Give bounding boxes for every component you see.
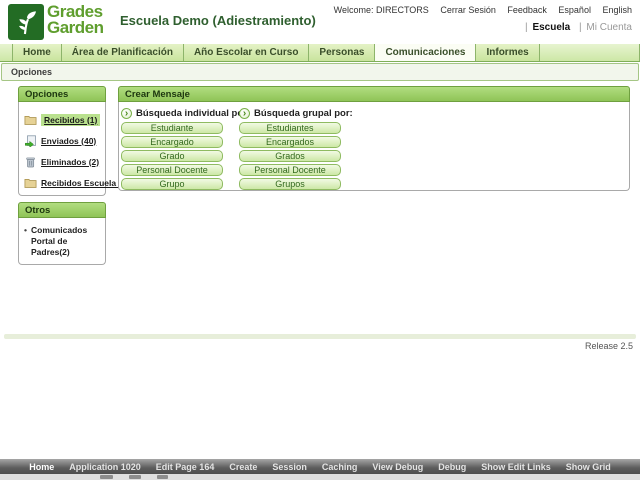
personal-docente-grupal-button[interactable]: Personal Docente <box>239 164 341 176</box>
otros-panel: Otros • Comunicados Portal de Padres(2) <box>18 202 106 265</box>
busqueda-individual-heading: › Búsqueda individual por: <box>121 108 223 119</box>
sidebar-item-label: Comunicados Portal de Padres(2) <box>31 225 102 258</box>
column-heading-label: Búsqueda individual por: <box>136 108 250 119</box>
logout-link[interactable]: Cerrar Sesión <box>440 5 496 15</box>
crear-mensaje-body: › Búsqueda individual por: Estudiante En… <box>118 102 630 191</box>
devbar-edit-page-link[interactable]: Edit Page 164 <box>156 462 215 472</box>
devbar-view-debug-link[interactable]: View Debug <box>372 462 423 472</box>
opciones-panel-body: Recibidos (1) Enviados (40) Eliminados (… <box>18 102 106 196</box>
tab-bar-filler <box>540 44 640 61</box>
devbar-show-edit-links-link[interactable]: Show Edit Links <box>481 462 551 472</box>
brand-name: Grades Garden <box>47 4 104 36</box>
column-heading-label: Búsqueda grupal por: <box>254 108 353 119</box>
separator: | <box>579 22 582 33</box>
separator: | <box>525 22 528 33</box>
sidebar-item-label: Enviados (40) <box>41 136 96 146</box>
language-english-link[interactable]: English <box>602 5 632 15</box>
tab-informes[interactable]: Informes <box>476 44 539 61</box>
release-label: Release 2.5 <box>585 341 633 351</box>
developer-toolbar: Home Application 1020 Edit Page 164 Crea… <box>0 459 640 474</box>
busqueda-grupal-heading: › Búsqueda grupal por: <box>239 108 341 119</box>
mi-cuenta-link[interactable]: Mi Cuenta <box>586 22 632 33</box>
opciones-panel-header: Opciones <box>18 86 106 102</box>
escuela-link[interactable]: Escuela <box>532 22 570 33</box>
account-links: | Escuela | Mi Cuenta <box>334 22 632 33</box>
devbar-caching-link[interactable]: Caching <box>322 462 358 472</box>
sent-icon <box>24 135 37 147</box>
tab-home[interactable]: Home <box>12 44 62 61</box>
opciones-panel: Opciones Recibidos (1) Enviados (40) Eli… <box>18 86 106 196</box>
strip-decoration <box>100 475 113 479</box>
otros-panel-body: • Comunicados Portal de Padres(2) <box>18 218 106 265</box>
bottom-strip <box>0 474 640 480</box>
utility-links: Welcome: DIRECTORS Cerrar Sesión Feedbac… <box>334 5 632 15</box>
estudiante-button[interactable]: Estudiante <box>121 122 223 134</box>
sidebar-item-recibidos-escuela[interactable]: Recibidos Escuela (55) <box>19 172 105 193</box>
devbar-create-link[interactable]: Create <box>229 462 257 472</box>
app-window: Grades Garden Escuela Demo (Adiestramien… <box>0 0 640 480</box>
sidebar-item-enviados[interactable]: Enviados (40) <box>19 130 105 151</box>
strip-decoration <box>129 475 141 479</box>
welcome-label: Welcome: DIRECTORS <box>334 5 429 15</box>
grupo-button[interactable]: Grupo <box>121 178 223 190</box>
brand-line2: Garden <box>47 20 104 36</box>
encargados-button[interactable]: Encargados <box>239 136 341 148</box>
footer-separator <box>4 334 636 339</box>
tab-area-de-planificacion[interactable]: Área de Planificación <box>62 44 184 61</box>
folder-icon <box>24 114 37 126</box>
personal-docente-button[interactable]: Personal Docente <box>121 164 223 176</box>
encargado-button[interactable]: Encargado <box>121 136 223 148</box>
page-title: Escuela Demo (Adiestramiento) <box>120 13 316 28</box>
sidebar-item-label: Recibidos (1) <box>41 114 100 126</box>
chevron-circle-icon: › <box>121 108 132 119</box>
otros-panel-header: Otros <box>18 202 106 218</box>
devbar-application-link[interactable]: Application 1020 <box>69 462 141 472</box>
strip-decoration <box>157 475 168 479</box>
sidebar-item-label: Eliminados (2) <box>41 157 99 167</box>
trash-icon <box>24 156 37 168</box>
estudiantes-button[interactable]: Estudiantes <box>239 122 341 134</box>
busqueda-grupal-column: › Búsqueda grupal por: Estudiantes Encar… <box>239 108 341 190</box>
sidebar-item-recibidos[interactable]: Recibidos (1) <box>19 109 105 130</box>
tab-ano-escolar-en-curso[interactable]: Año Escolar en Curso <box>184 44 309 61</box>
folder-icon <box>24 177 37 189</box>
grades-garden-logo[interactable] <box>8 4 44 40</box>
main-nav-tabs: Home Área de Planificación Año Escolar e… <box>0 44 640 62</box>
sidebar-item-eliminados[interactable]: Eliminados (2) <box>19 151 105 172</box>
feedback-link[interactable]: Feedback <box>507 5 547 15</box>
chevron-circle-icon: › <box>239 108 250 119</box>
subnav-opciones[interactable]: Opciones <box>11 67 52 77</box>
grupos-button[interactable]: Grupos <box>239 178 341 190</box>
tab-personas[interactable]: Personas <box>309 44 375 61</box>
subnav-bar: Opciones <box>1 63 639 81</box>
crear-mensaje-header: Crear Mensaje <box>118 86 630 102</box>
tab-comunicaciones[interactable]: Comunicaciones <box>375 44 476 61</box>
devbar-home-link[interactable]: Home <box>29 462 54 472</box>
header-utility-area: Welcome: DIRECTORS Cerrar Sesión Feedbac… <box>334 5 632 33</box>
grado-button[interactable]: Grado <box>121 150 223 162</box>
language-spanish-link[interactable]: Español <box>558 5 591 15</box>
sidebar-item-comunicados-portal[interactable]: • Comunicados Portal de Padres(2) <box>24 225 102 258</box>
devbar-debug-link[interactable]: Debug <box>438 462 466 472</box>
busqueda-individual-column: › Búsqueda individual por: Estudiante En… <box>121 108 223 190</box>
devbar-session-link[interactable]: Session <box>272 462 307 472</box>
crear-mensaje-panel: Crear Mensaje › Búsqueda individual por:… <box>118 86 630 191</box>
bullet-icon: • <box>24 225 27 258</box>
grados-button[interactable]: Grados <box>239 150 341 162</box>
seedling-icon <box>10 6 42 38</box>
devbar-show-grid-link[interactable]: Show Grid <box>566 462 611 472</box>
